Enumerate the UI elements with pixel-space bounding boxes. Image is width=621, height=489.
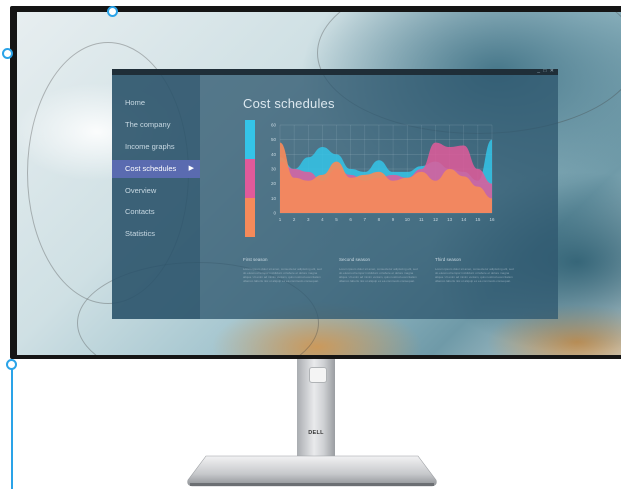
x-tick-label: 8 bbox=[378, 217, 381, 222]
monitor-stand-base bbox=[187, 455, 437, 487]
column-text: Lorem ipsum dolor sit amet, consectetur … bbox=[243, 267, 322, 283]
sidebar-item-statistics[interactable]: Statistics bbox=[112, 225, 200, 243]
x-tick-label: 11 bbox=[419, 217, 424, 222]
y-tick-label: 40 bbox=[271, 152, 277, 157]
legend-swatch bbox=[245, 159, 255, 198]
x-tick-label: 9 bbox=[392, 217, 395, 222]
y-tick-label: 20 bbox=[271, 181, 277, 186]
callout-dot-left bbox=[2, 48, 13, 59]
y-tick-label: 30 bbox=[271, 167, 277, 172]
x-tick-label: 4 bbox=[321, 217, 324, 222]
sidebar-item-overview[interactable]: Overview bbox=[112, 182, 200, 200]
x-tick-label: 14 bbox=[461, 217, 467, 222]
page-title: Cost schedules bbox=[243, 96, 335, 111]
callout-line bbox=[11, 365, 13, 489]
sidebar-item-label: Home bbox=[125, 98, 146, 107]
play-arrow-icon: ▶ bbox=[188, 165, 194, 172]
column-heading: First season bbox=[243, 257, 268, 262]
sidebar-item-label: Overview bbox=[125, 186, 157, 195]
sidebar-item-contacts[interactable]: Contacts bbox=[112, 203, 200, 221]
sidebar-item-label: Income graphs bbox=[125, 142, 175, 151]
x-tick-label: 12 bbox=[433, 217, 439, 222]
x-tick-label: 3 bbox=[307, 217, 310, 222]
sidebar-item-label: Contacts bbox=[125, 207, 155, 216]
y-tick-label: 60 bbox=[271, 123, 277, 128]
sidebar-item-label: Cost schedules bbox=[125, 164, 177, 173]
legend-swatch bbox=[245, 120, 255, 159]
dell-logo: DELL bbox=[308, 430, 324, 436]
y-tick-label: 0 bbox=[273, 211, 276, 216]
window-controls[interactable]: _ □ ✕ bbox=[537, 68, 555, 74]
sidebar-item-income-graphs[interactable]: Income graphs bbox=[112, 138, 200, 156]
column-text: Lorem ipsum dolor sit amet, consectetur … bbox=[435, 267, 514, 283]
callout-dot-top bbox=[107, 6, 118, 17]
x-tick-label: 7 bbox=[364, 217, 367, 222]
column-text: Lorem ipsum dolor sit amet, consectetur … bbox=[339, 267, 418, 283]
callout-dot-bottom bbox=[6, 359, 17, 370]
x-tick-label: 15 bbox=[475, 217, 481, 222]
legend-swatch bbox=[245, 198, 255, 237]
column-heading: Second season bbox=[339, 257, 371, 262]
x-tick-label: 16 bbox=[489, 217, 495, 222]
cost-area-chart: 01020304050601 2 3 4 5 6 7 8 9 10 11 12 13 14 15 16 bbox=[271, 123, 495, 223]
sidebar-item-home[interactable]: Home bbox=[112, 94, 200, 112]
cable-management-hole bbox=[309, 367, 327, 383]
app-window: _ □ ✕ Home The company Income graphs Cos… bbox=[112, 68, 558, 319]
x-tick-label: 10 bbox=[405, 217, 411, 222]
sidebar-item-label: The company bbox=[125, 120, 171, 129]
monitor-screen: _ □ ✕ Home The company Income graphs Cos… bbox=[17, 12, 621, 355]
x-tick-label: 6 bbox=[349, 217, 352, 222]
column-heading: Third season bbox=[435, 257, 462, 262]
x-tick-label: 2 bbox=[293, 217, 296, 222]
sidebar-item-cost-schedules[interactable]: Cost schedules ▶ bbox=[112, 160, 200, 178]
y-tick-label: 50 bbox=[271, 137, 277, 142]
y-tick-label: 10 bbox=[271, 196, 277, 201]
x-tick-label: 13 bbox=[447, 217, 453, 222]
x-tick-label: 5 bbox=[335, 217, 338, 222]
x-tick-label: 1 bbox=[279, 217, 282, 222]
sidebar-item-label: Statistics bbox=[125, 229, 156, 238]
sidebar: Home The company Income graphs Cost sche… bbox=[112, 75, 200, 319]
sidebar-item-the-company[interactable]: The company bbox=[112, 116, 200, 134]
chart-legend-bar bbox=[245, 120, 255, 237]
